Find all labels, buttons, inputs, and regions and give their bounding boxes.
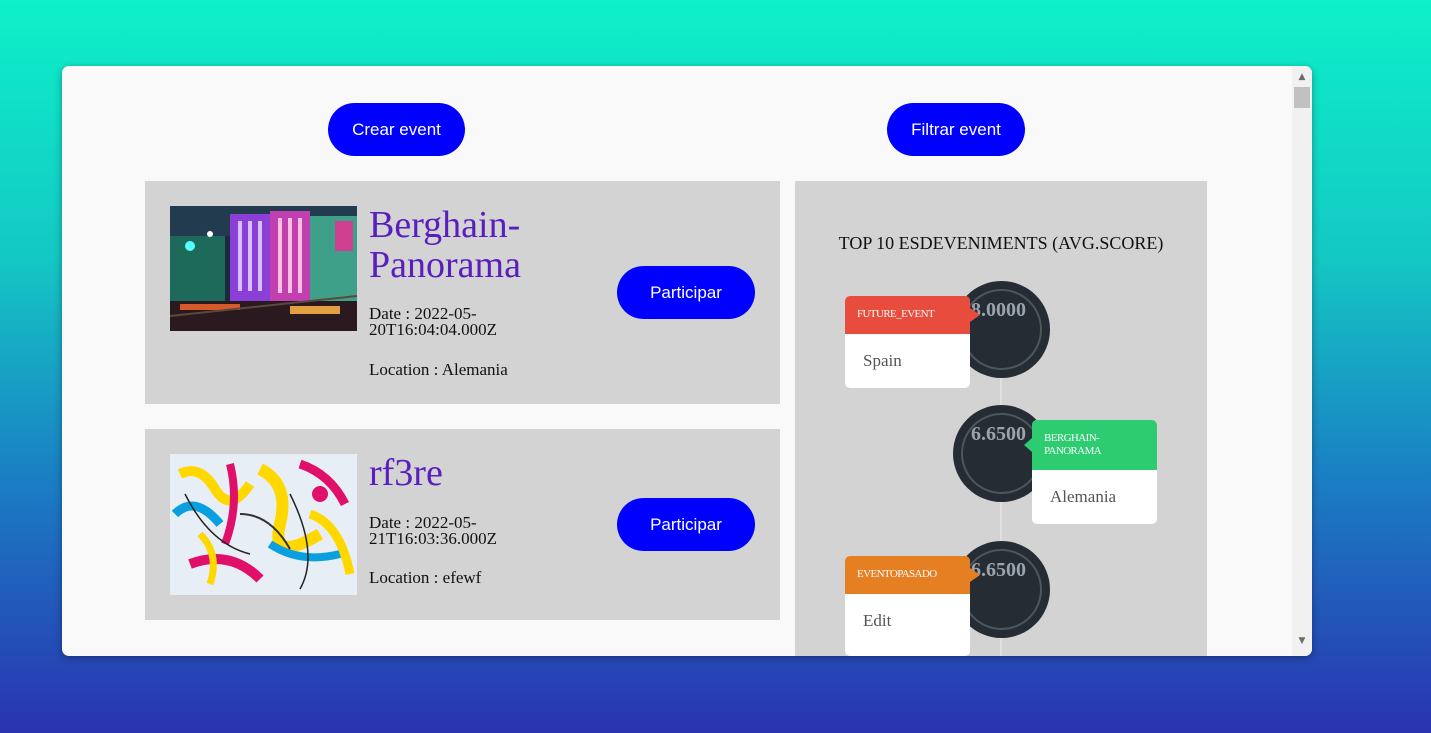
event-location: Location : Alemania — [369, 360, 508, 379]
scroll-down-icon[interactable]: ▼ — [1292, 632, 1312, 650]
timeline-item-name: EVENTOPASADO — [857, 568, 937, 580]
event-image — [170, 206, 357, 331]
timeline-item-header: FUTURE_EVENT — [845, 296, 980, 334]
create-event-button[interactable]: Crear event — [328, 103, 465, 156]
participate-button[interactable]: Participar — [617, 498, 755, 551]
timeline-item[interactable]: FUTURE_EVENT Spain — [845, 296, 980, 388]
event-title: rf3re — [369, 452, 443, 494]
timeline-item-location: Alemania — [1050, 487, 1117, 506]
timeline-item-name: BERGHAIN-PANORAMA — [1044, 432, 1102, 457]
timeline-item-header: BERGHAIN-PANORAMA — [1024, 420, 1157, 470]
event-date: Date : 2022-05-20T16:04:04.000Z — [369, 304, 497, 339]
timeline-item-location: Spain — [863, 351, 902, 370]
ranking-title: TOP 10 ESDEVENIMENTS (AVG.SCORE) — [838, 233, 1164, 253]
filter-event-button[interactable]: Filtrar event — [887, 103, 1025, 156]
vertical-scrollbar[interactable]: ▲ ▼ — [1292, 66, 1312, 656]
event-card: Berghain-Panorama Date : 2022-05-20T16:0… — [145, 181, 780, 404]
ranking-panel: TOP 10 ESDEVENIMENTS (AVG.SCORE) 8.0000 … — [795, 181, 1207, 656]
timeline-item-header: EVENTOPASADO — [845, 556, 980, 594]
event-date: Date : 2022-05-21T16:03:36.000Z — [369, 513, 497, 548]
scrollbar-thumb[interactable] — [1294, 87, 1310, 108]
main-card: Crear event Filtrar event Berghain-Panor… — [62, 66, 1312, 656]
participate-button[interactable]: Participar — [617, 266, 755, 319]
timeline-item-name: FUTURE_EVENT — [857, 308, 935, 320]
score-value: 6.6500 — [971, 423, 1026, 445]
event-location: Location : efewf — [369, 568, 482, 587]
timeline-item[interactable]: EVENTOPASADO Edit — [845, 556, 980, 656]
arrow-left-icon — [1024, 438, 1032, 452]
arrow-right-icon — [970, 308, 980, 322]
event-card: rf3re Date : 2022-05-21T16:03:36.000Z Lo… — [145, 429, 780, 620]
arrow-right-icon — [970, 568, 980, 582]
timeline-item-location: Edit — [863, 611, 892, 630]
event-title: Berghain-Panorama — [369, 204, 521, 286]
event-image — [170, 454, 357, 595]
scroll-up-icon[interactable]: ▲ — [1292, 68, 1312, 86]
timeline-item[interactable]: BERGHAIN-PANORAMA Alemania — [1024, 420, 1157, 524]
